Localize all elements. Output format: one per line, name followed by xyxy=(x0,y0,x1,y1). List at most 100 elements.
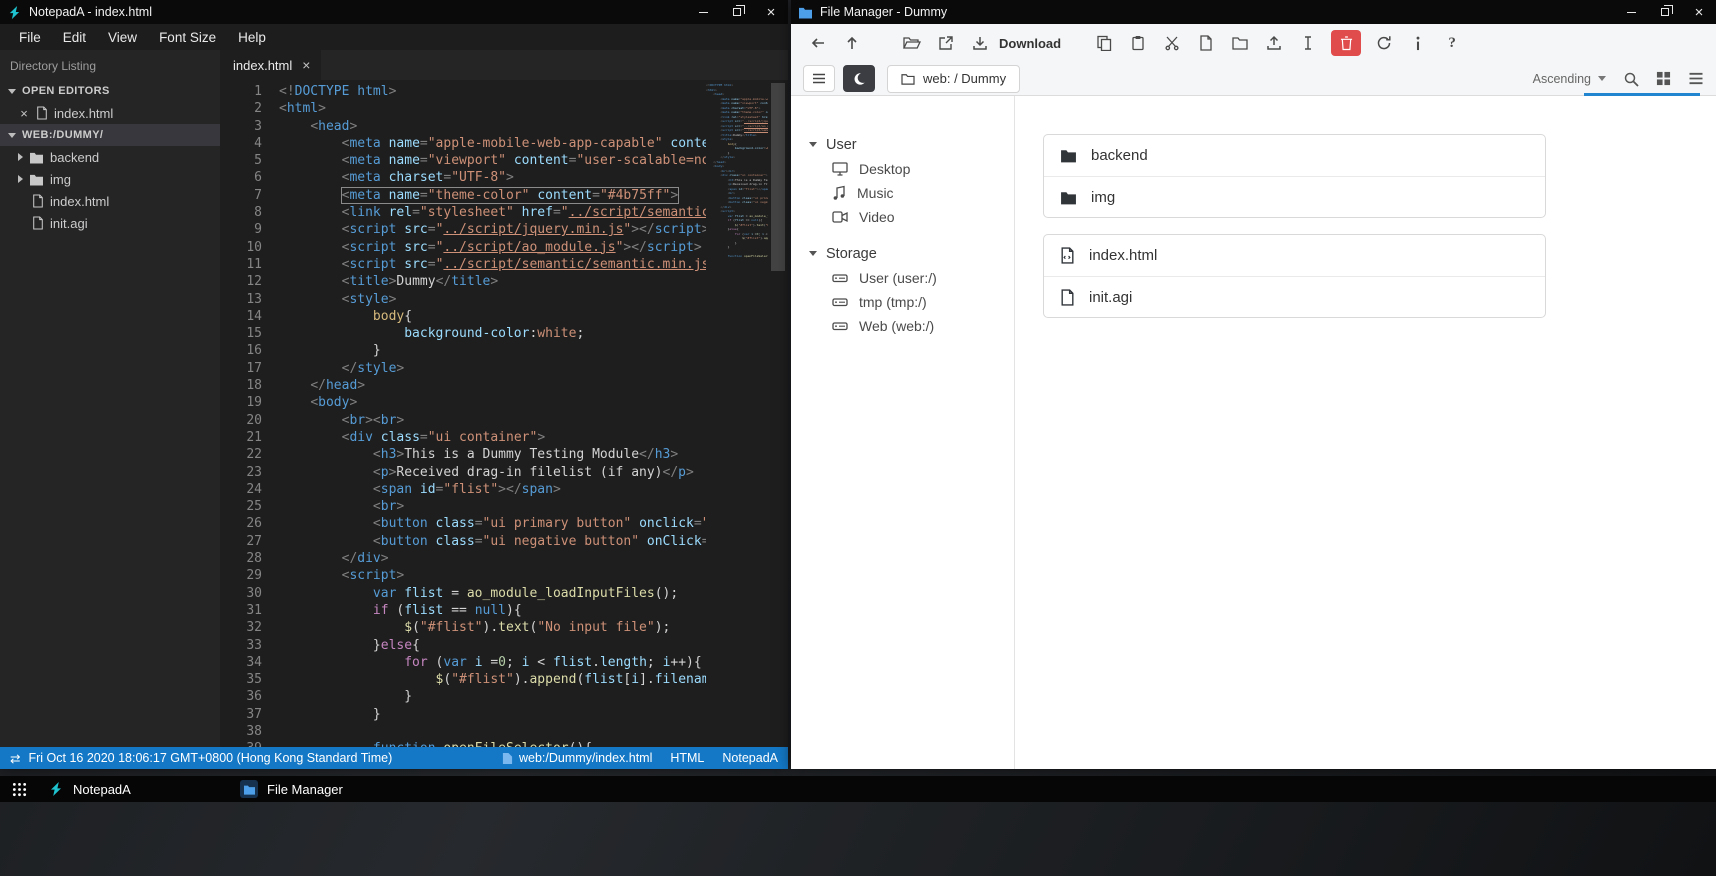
workspace-section[interactable]: WEB:/DUMMY/ xyxy=(0,124,220,146)
code-line[interactable]: <button class="ui negative button" onCli… xyxy=(279,533,706,550)
code-line[interactable]: <!DOCTYPE html> xyxy=(279,83,706,100)
search-button[interactable] xyxy=(1623,71,1639,87)
list-view-button[interactable] xyxy=(1688,72,1704,85)
code-line[interactable]: body{ xyxy=(279,308,706,325)
code-content[interactable]: <!DOCTYPE html> <html> <head> <meta name=… xyxy=(262,83,706,747)
code-line[interactable]: } xyxy=(279,706,706,723)
code-line[interactable]: <h3>This is a Dummy Testing Module</h3> xyxy=(279,446,706,463)
code-line[interactable]: <script src="../script/jquery.min.js"></… xyxy=(279,221,706,238)
upload-button[interactable] xyxy=(1257,24,1291,62)
code-line[interactable]: <title>Dummy</title> xyxy=(279,273,706,290)
copy-button[interactable] xyxy=(1087,24,1121,62)
close-button[interactable]: × xyxy=(754,0,788,24)
code-line[interactable]: <style> xyxy=(279,291,706,308)
file-row-index-html[interactable]: index.html xyxy=(1044,235,1545,276)
code-line[interactable]: if (flist == null){ xyxy=(279,602,706,619)
code-line[interactable]: <br><br> xyxy=(279,412,706,429)
code-line[interactable]: <p>Received drag-in filelist (if any)</p… xyxy=(279,464,706,481)
code-line[interactable]: } xyxy=(279,342,706,359)
tree-item-init-agi[interactable]: init.agi xyxy=(0,212,220,234)
code-line[interactable]: <script src="../script/ao_module.js"></s… xyxy=(279,239,706,256)
taskbar-app-file-manager[interactable]: File Manager xyxy=(230,776,422,802)
code-line[interactable]: $("#flist").text("No input file"); xyxy=(279,619,706,636)
section-header-storage[interactable]: Storage xyxy=(809,241,1014,266)
close-icon[interactable]: × xyxy=(302,57,310,73)
code-line[interactable]: <meta name="theme-color" content="#4b75f… xyxy=(279,187,706,204)
code-line[interactable]: <head> xyxy=(279,118,706,135)
paste-button[interactable] xyxy=(1121,24,1155,62)
status-file[interactable]: web:/Dummy/index.html xyxy=(502,751,652,765)
open-editor-item[interactable]: × index.html xyxy=(0,102,220,124)
code-line[interactable]: }else{ xyxy=(279,637,706,654)
code-line[interactable]: </style> xyxy=(279,360,706,377)
code-line[interactable]: } xyxy=(279,688,706,705)
refresh-button[interactable] xyxy=(1367,24,1401,62)
notepada-titlebar[interactable]: NotepadA - index.html × xyxy=(0,0,788,24)
tree-item-backend[interactable]: backend xyxy=(0,146,220,168)
file-row-init-agi[interactable]: init.agi xyxy=(1044,276,1545,317)
code-line[interactable]: <meta name="viewport" content="user-scal… xyxy=(279,152,706,169)
tree-item-index-html[interactable]: index.html xyxy=(0,190,220,212)
file-row-backend[interactable]: backend xyxy=(1044,135,1545,176)
menu-edit[interactable]: Edit xyxy=(52,24,97,50)
back-button[interactable] xyxy=(801,24,835,62)
grid-view-button[interactable] xyxy=(1656,71,1671,86)
sort-order-dropdown[interactable]: Ascending xyxy=(1533,72,1606,86)
menu-font-size[interactable]: Font Size xyxy=(148,24,227,50)
sidebar-item-music[interactable]: Music xyxy=(809,181,1014,205)
code-line[interactable]: <meta name="apple-mobile-web-app-capable… xyxy=(279,135,706,152)
open-button[interactable] xyxy=(895,24,929,62)
close-icon[interactable]: × xyxy=(18,106,30,121)
code-line[interactable]: $("#flist").append(flist[i].filename + xyxy=(279,671,706,688)
close-button[interactable]: × xyxy=(1682,0,1716,24)
up-button[interactable] xyxy=(835,24,869,62)
sidebar-item-user-drive[interactable]: User (user:/) xyxy=(809,266,1014,290)
minimize-button[interactable] xyxy=(686,0,720,24)
delete-button[interactable] xyxy=(1331,30,1362,56)
scrollbar-thumb[interactable] xyxy=(771,83,785,271)
cut-button[interactable] xyxy=(1155,24,1189,62)
code-line[interactable]: background-color:white; xyxy=(279,325,706,342)
code-line[interactable]: <link rel="stylesheet" href="../script/s… xyxy=(279,204,706,221)
info-button[interactable] xyxy=(1401,24,1435,62)
sidebar-item-tmp-drive[interactable]: tmp (tmp:/) xyxy=(809,290,1014,314)
download-button[interactable] xyxy=(963,24,997,62)
menu-help[interactable]: Help xyxy=(227,24,277,50)
restore-button[interactable] xyxy=(1648,0,1682,24)
code-line[interactable]: <script src="../script/semantic/semantic… xyxy=(279,256,706,273)
menu-toggle-button[interactable] xyxy=(803,65,835,92)
new-folder-button[interactable] xyxy=(1223,24,1257,62)
code-line[interactable]: <html> xyxy=(279,100,706,117)
section-header-user[interactable]: User xyxy=(809,132,1014,157)
open-editors-section[interactable]: OPEN EDITORS xyxy=(0,80,220,102)
code-line[interactable]: <meta charset="UTF-8"> xyxy=(279,169,706,186)
new-file-button[interactable] xyxy=(1189,24,1223,62)
menu-view[interactable]: View xyxy=(97,24,148,50)
scrollbar[interactable] xyxy=(768,83,788,747)
code-line[interactable]: <script> xyxy=(279,567,706,584)
menu-file[interactable]: File xyxy=(8,24,52,50)
code-line[interactable]: </div> xyxy=(279,550,706,567)
code-line[interactable]: function openFileSelector(){ xyxy=(706,254,768,259)
file-manager-titlebar[interactable]: File Manager - Dummy × xyxy=(791,0,1716,24)
sidebar-item-web-drive[interactable]: Web (web:/) xyxy=(809,314,1014,338)
code-line[interactable]: <body> xyxy=(279,394,706,411)
tab-index-html[interactable]: index.html × xyxy=(220,50,322,80)
code-line[interactable]: var flist = ao_module_loadInputFiles(); xyxy=(279,585,706,602)
app-launcher-button[interactable] xyxy=(0,776,38,802)
code-line[interactable]: </head> xyxy=(279,377,706,394)
status-language[interactable]: HTML xyxy=(670,751,704,765)
sidebar-item-video[interactable]: Video xyxy=(809,205,1014,229)
code-line[interactable]: <br> xyxy=(279,498,706,515)
minimap[interactable]: <!DOCTYPE html> <html> <head> <meta name=… xyxy=(706,83,768,747)
code-line[interactable]: function openFileSelector(){ xyxy=(279,740,706,747)
minimize-button[interactable] xyxy=(1614,0,1648,24)
file-row-img[interactable]: img xyxy=(1044,176,1545,217)
tree-item-img[interactable]: img xyxy=(0,168,220,190)
code-line[interactable]: <button class="ui primary button" onclic… xyxy=(279,515,706,532)
sidebar-item-desktop[interactable]: Desktop xyxy=(809,157,1014,181)
download-label[interactable]: Download xyxy=(999,36,1061,51)
open-in-new-button[interactable] xyxy=(929,24,963,62)
rename-button[interactable] xyxy=(1291,24,1325,62)
breadcrumb[interactable]: web: / Dummy xyxy=(887,64,1021,93)
